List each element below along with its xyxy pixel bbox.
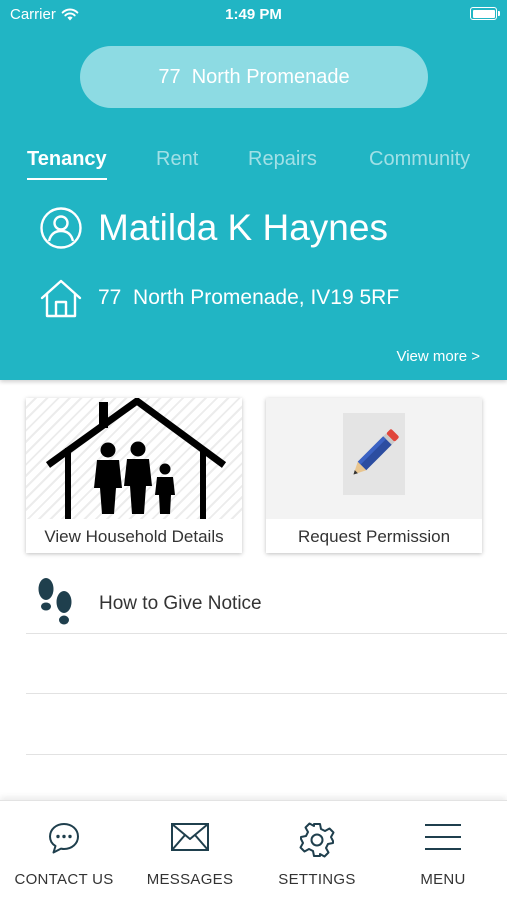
nav-settings-label: SETTINGS <box>278 871 356 888</box>
nav-contact-us[interactable]: CONTACT US <box>1 801 127 900</box>
tab-repairs[interactable]: Repairs <box>248 148 317 171</box>
nav-menu-label: MENU <box>420 871 466 888</box>
hamburger-menu-icon <box>425 824 461 850</box>
tab-bar: Tenancy Rent Repairs Community <box>0 148 507 184</box>
list-item-how-to-give-notice[interactable]: How to Give Notice <box>26 574 507 634</box>
view-more-link[interactable]: View more > <box>396 348 480 365</box>
home-icon <box>40 279 82 318</box>
bottom-navigation: CONTACT US MESSAGES SETTINGS MENU <box>0 800 507 900</box>
request-permission-label: Request Permission <box>297 527 451 546</box>
clock: 1:49 PM <box>225 6 282 23</box>
tenant-name: Matilda K Haynes <box>98 207 388 248</box>
household-image <box>26 398 242 519</box>
nav-menu[interactable]: MENU <box>380 801 506 900</box>
nav-contact-us-label: CONTACT US <box>14 871 114 888</box>
battery-icon <box>470 7 500 20</box>
property-selector-button[interactable]: 77 North Promenade <box>80 46 428 108</box>
chat-bubble-icon <box>49 823 79 854</box>
header: Carrier 1:49 PM 77 North Promenade Tenan… <box>0 0 507 380</box>
nav-messages[interactable]: MESSAGES <box>127 801 253 900</box>
pencil-icon <box>353 429 399 475</box>
tenant-address: 77 North Promenade, IV19 5RF <box>98 286 400 309</box>
how-to-give-notice-label: How to Give Notice <box>99 593 262 614</box>
tenant-row: Matilda K Haynes <box>40 205 388 251</box>
family-house-icon <box>45 398 227 519</box>
tab-rent[interactable]: Rent <box>156 148 198 171</box>
empty-list-row <box>26 694 507 755</box>
gear-icon <box>299 822 335 858</box>
tab-tenancy[interactable]: Tenancy <box>27 148 107 180</box>
tab-community[interactable]: Community <box>369 148 470 171</box>
battery-fill <box>472 9 495 18</box>
envelope-icon <box>171 823 209 851</box>
view-household-details-card[interactable]: View Household Details <box>26 398 242 553</box>
nav-messages-label: MESSAGES <box>146 871 234 888</box>
view-household-details-label: View Household Details <box>44 527 224 546</box>
empty-list-row <box>26 634 507 694</box>
request-permission-image <box>266 398 482 519</box>
tenant-address-row: 77 North Promenade, IV19 5RF <box>40 277 399 319</box>
status-bar: Carrier 1:49 PM <box>0 0 507 30</box>
pencil-image-frame <box>343 413 405 495</box>
nav-settings[interactable]: SETTINGS <box>254 801 380 900</box>
request-permission-card[interactable]: Request Permission <box>266 398 482 553</box>
footprints-icon <box>38 578 72 625</box>
user-icon <box>40 207 82 249</box>
